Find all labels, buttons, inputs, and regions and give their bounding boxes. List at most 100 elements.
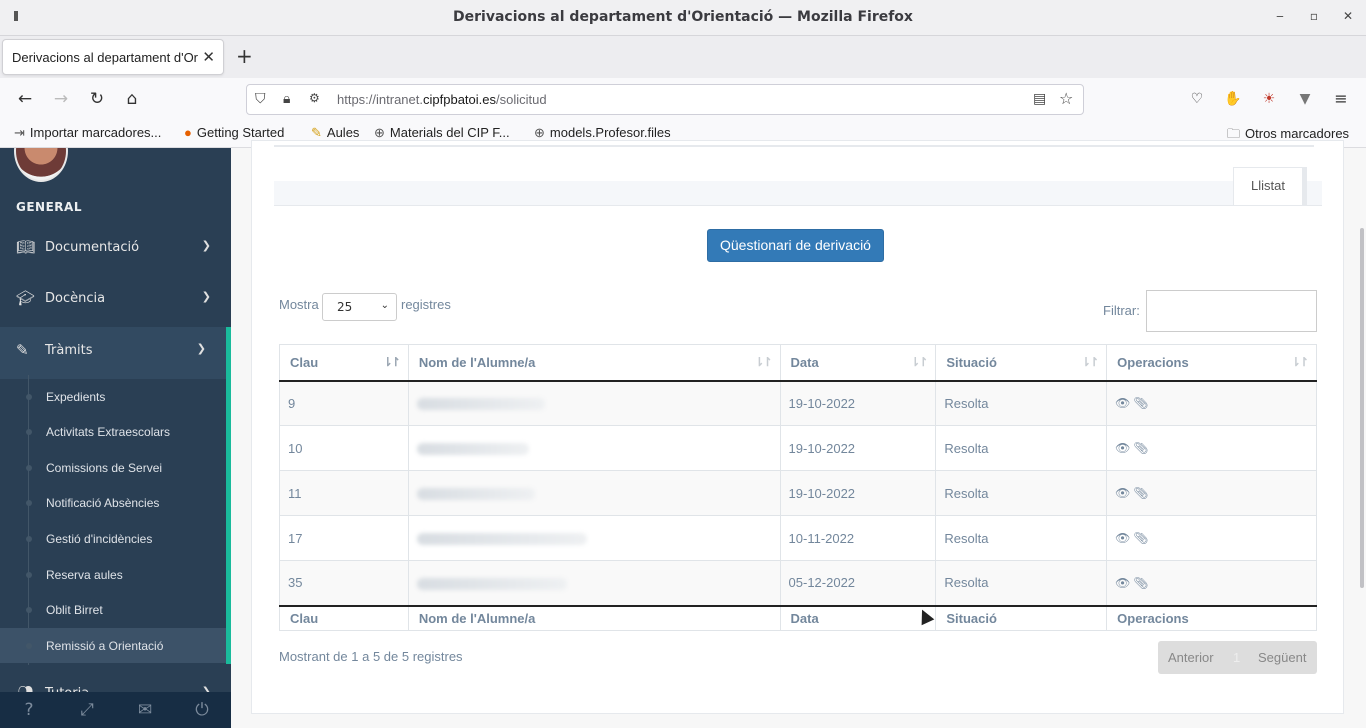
table-footer-row: Clau Nom de l'Alumne/a Data Situació Ope… xyxy=(279,604,1317,631)
derivations-table: Clau ⇂↾ Nom de l'Alumne/a ⇂↾ Data ⇂↾ Situac… xyxy=(279,344,1317,631)
sidebar-subitem-oblit[interactable]: Oblit Birret xyxy=(0,592,226,627)
page-size-select[interactable]: 25 ⌄ xyxy=(322,293,397,321)
window-titlebar: Derivacions al departament d'Orientació … xyxy=(0,0,1366,36)
extension-v-icon[interactable]: ▼ xyxy=(1294,89,1316,109)
cell-nom-redacted xyxy=(407,560,781,606)
tab-strip xyxy=(274,181,1322,206)
sidebar-item-tramits[interactable]: ✎ Tràmits ❯ xyxy=(0,327,231,379)
bullet-icon xyxy=(26,429,32,435)
reader-view-icon[interactable]: ▤ xyxy=(1033,91,1046,107)
cell-clau: 10 xyxy=(279,425,409,471)
fullscreen-icon[interactable]: ⤢ xyxy=(58,700,116,720)
pagination-next[interactable]: Següent xyxy=(1258,650,1306,665)
chevron-down-icon: ❯ xyxy=(201,239,211,252)
browser-tab[interactable]: Derivacions al departament d'Orientació … xyxy=(2,39,224,75)
table-row: 10 19-10-2022 Resolta 👁︎ 📎︎ xyxy=(279,425,1317,471)
sort-icon[interactable]: ⇂↾ xyxy=(1291,355,1309,369)
subitem-label: Oblit Birret xyxy=(46,603,103,617)
bookmark-models[interactable]: ⊕ models.Profesor.files xyxy=(534,125,671,141)
cell-operacions: 👁︎ 📎︎ xyxy=(1106,515,1317,561)
bookmark-import[interactable]: ⇥ Importar marcadores... xyxy=(14,125,161,141)
close-window-icon[interactable]: ✕ xyxy=(1340,9,1356,23)
questionnaire-button[interactable]: Qüestionari de derivació xyxy=(707,229,884,262)
main-content: Llistat Qüestionari de derivació Mostra … xyxy=(231,140,1366,728)
url-bar[interactable]: ⛉ 🔒︎ ⚙ https://intranet.cipfpbatoi.es/so… xyxy=(246,84,1084,115)
reload-icon[interactable]: ↻ xyxy=(86,89,108,109)
cell-data: 19-10-2022 xyxy=(779,380,937,426)
sort-icon[interactable]: ⇂↾ xyxy=(754,355,772,369)
extension-sun-icon[interactable]: ☀ xyxy=(1258,89,1280,109)
cell-nom-redacted xyxy=(407,470,781,516)
import-icon: ⇥ xyxy=(14,125,25,140)
avatar[interactable] xyxy=(14,148,68,182)
eye-icon[interactable]: 👁︎ xyxy=(1115,441,1130,455)
column-header-situacio[interactable]: Situació ⇂↾ xyxy=(935,344,1108,382)
shield-icon[interactable]: ⛉ xyxy=(255,91,266,107)
chevron-down-icon: ❯ xyxy=(196,342,206,355)
eye-icon[interactable]: 👁︎ xyxy=(1115,576,1130,590)
tab-title: Derivacions al departament d'Orientació xyxy=(12,50,198,65)
page-scrollbar[interactable] xyxy=(1360,228,1364,588)
sort-icon[interactable]: ⇂↾ xyxy=(910,355,928,369)
sidebar-subitem-reserva[interactable]: Reserva aules xyxy=(0,557,226,592)
table-row: 9 19-10-2022 Resolta 👁︎ 📎︎ xyxy=(279,380,1317,426)
home-icon[interactable]: ⌂ xyxy=(121,89,143,109)
filter-input[interactable] xyxy=(1146,290,1317,332)
paperclip-icon[interactable]: 📎︎ xyxy=(1133,576,1148,590)
sort-asc-icon[interactable]: ⇂↾ xyxy=(383,355,401,369)
app-menu-icon[interactable]: ≡ xyxy=(1330,89,1352,109)
column-header-clau[interactable]: Clau ⇂↾ xyxy=(279,344,409,382)
extension-gnome-icon[interactable]: ✋ xyxy=(1222,89,1244,109)
sidebar-subitem-remissio[interactable]: Remissió a Orientació xyxy=(0,628,226,663)
column-header-operacions[interactable]: Operacions ⇂↾ xyxy=(1106,344,1317,382)
eye-icon[interactable]: 👁︎ xyxy=(1115,486,1130,500)
tab-llistat[interactable]: Llistat xyxy=(1233,167,1303,205)
sidebar-item-label: Docència xyxy=(45,291,106,306)
bookmark-star-icon[interactable]: ☆ xyxy=(1059,89,1073,108)
subitem-label: Gestió d'incidències xyxy=(46,532,153,546)
sidebar-item-docencia[interactable]: 🎓︎ Docència ❯ xyxy=(0,275,231,323)
bookmark-aules[interactable]: ✎ Aules xyxy=(311,125,359,141)
graduation-cap-icon: 🎓︎ xyxy=(16,289,36,307)
sidebar-item-documentacio[interactable]: 📖︎ Documentació ❯ xyxy=(0,224,231,272)
pencil-icon: ✎ xyxy=(311,125,322,140)
redacted-text xyxy=(416,398,545,411)
paperclip-icon[interactable]: 📎︎ xyxy=(1133,441,1148,455)
sidebar-subitem-expedients[interactable]: Expedients xyxy=(0,379,226,414)
pocket-icon[interactable]: ♡ xyxy=(1186,89,1208,109)
cell-data: 05-12-2022 xyxy=(779,560,937,606)
cell-data: 10-11-2022 xyxy=(779,515,937,561)
maximize-icon[interactable]: ▫ xyxy=(1306,9,1322,23)
help-icon[interactable]: ? xyxy=(0,700,58,720)
bullet-icon xyxy=(26,536,32,542)
pagination-page[interactable]: 1 xyxy=(1233,650,1240,665)
paperclip-icon[interactable]: 📎︎ xyxy=(1133,396,1148,410)
sidebar-subitem-activitats[interactable]: Activitats Extraescolars xyxy=(0,414,226,449)
eye-icon[interactable]: 👁︎ xyxy=(1115,531,1130,545)
column-header-data[interactable]: Data ⇂↾ xyxy=(779,344,937,382)
pagination-previous[interactable]: Anterior xyxy=(1168,650,1214,665)
new-tab-button[interactable]: + xyxy=(236,44,253,68)
redacted-text xyxy=(416,577,567,590)
paperclip-icon[interactable]: 📎︎ xyxy=(1133,531,1148,545)
sidebar-subitem-comissions[interactable]: Comissions de Servei xyxy=(0,450,226,485)
sidebar-subitem-notificacio[interactable]: Notificació Absències xyxy=(0,485,226,520)
minimize-icon[interactable]: ‒ xyxy=(1272,9,1288,23)
sidebar-subitem-incidencies[interactable]: Gestió d'incidències xyxy=(0,521,226,556)
bookmark-getting-started[interactable]: ● Getting Started xyxy=(184,125,284,140)
folder-icon: 🗀 xyxy=(1227,126,1241,141)
redacted-text xyxy=(416,488,535,501)
power-icon[interactable]: ⏻ xyxy=(173,700,231,720)
column-footer-data: Data xyxy=(779,604,937,631)
forward-icon[interactable]: → xyxy=(50,89,72,109)
mail-icon[interactable]: ✉ xyxy=(116,700,174,720)
close-tab-icon[interactable]: ✕ xyxy=(202,48,215,66)
eye-icon[interactable]: 👁︎ xyxy=(1115,396,1130,410)
back-icon[interactable]: ← xyxy=(14,89,36,109)
column-header-nom[interactable]: Nom de l'Alumne/a ⇂↾ xyxy=(407,344,781,382)
bookmark-materials[interactable]: ⊕ Materials del CIP F... xyxy=(374,125,510,141)
lock-icon[interactable]: 🔒︎ xyxy=(283,91,290,107)
paperclip-icon[interactable]: 📎︎ xyxy=(1133,486,1148,500)
sort-icon[interactable]: ⇂↾ xyxy=(1081,355,1099,369)
permissions-icon[interactable]: ⚙ xyxy=(309,91,320,105)
